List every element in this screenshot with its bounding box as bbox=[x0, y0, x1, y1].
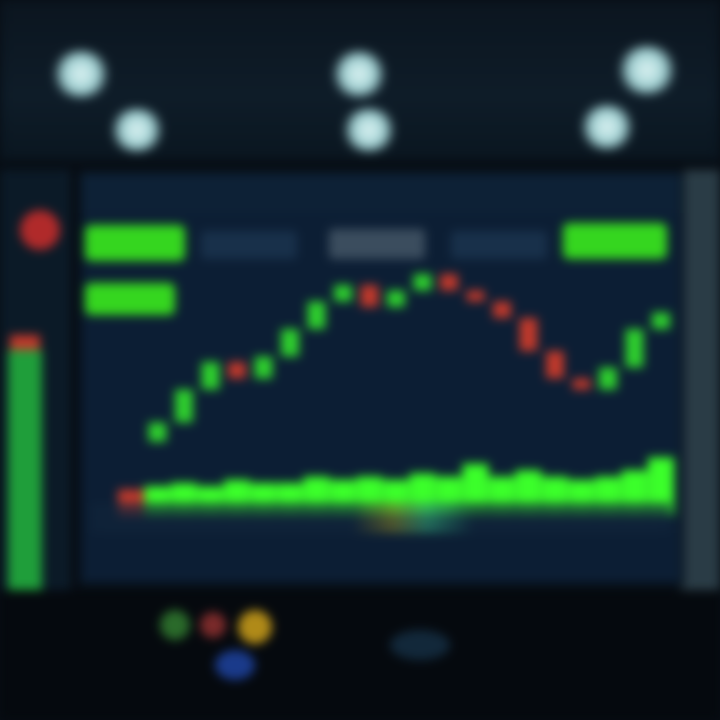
ceiling-light-1 bbox=[50, 50, 112, 98]
desk-light-yellow bbox=[238, 610, 272, 644]
price-series bbox=[148, 274, 670, 442]
ceiling-light-2 bbox=[330, 50, 388, 98]
ceiling-light-4 bbox=[108, 108, 166, 152]
candle bbox=[546, 351, 564, 379]
trading-workstation-photo bbox=[0, 0, 720, 720]
candle bbox=[201, 362, 220, 390]
candle bbox=[519, 318, 538, 351]
candle bbox=[228, 362, 246, 379]
candle bbox=[625, 329, 644, 368]
screen-header bbox=[81, 173, 681, 213]
left-monitor bbox=[0, 170, 69, 660]
candle bbox=[572, 378, 591, 390]
candle bbox=[493, 301, 511, 318]
keyboard-desk bbox=[0, 590, 720, 720]
ceiling-light-6 bbox=[578, 104, 636, 150]
candle bbox=[440, 274, 458, 291]
left-monitor-red-marker bbox=[20, 210, 60, 250]
desk-light-red bbox=[200, 612, 226, 638]
candle bbox=[360, 285, 379, 307]
top-bezel bbox=[0, 0, 720, 160]
candle bbox=[334, 285, 352, 302]
candle bbox=[387, 290, 405, 307]
desk-light-dim bbox=[390, 630, 450, 660]
candle bbox=[599, 367, 617, 390]
trading-screen bbox=[78, 170, 684, 586]
ceiling-light-5 bbox=[340, 108, 398, 152]
desk-light-blue bbox=[215, 650, 255, 680]
candle bbox=[652, 312, 670, 329]
candle bbox=[281, 329, 299, 357]
desk-light-green bbox=[160, 610, 190, 640]
candle bbox=[254, 356, 273, 379]
candle bbox=[148, 422, 167, 442]
chart-timeline-strip bbox=[91, 503, 671, 533]
candle bbox=[175, 389, 193, 423]
ceiling-light-3 bbox=[615, 45, 679, 95]
right-monitor-edge bbox=[680, 170, 720, 590]
candle bbox=[466, 290, 485, 302]
candle bbox=[307, 301, 326, 329]
candle bbox=[413, 274, 432, 291]
